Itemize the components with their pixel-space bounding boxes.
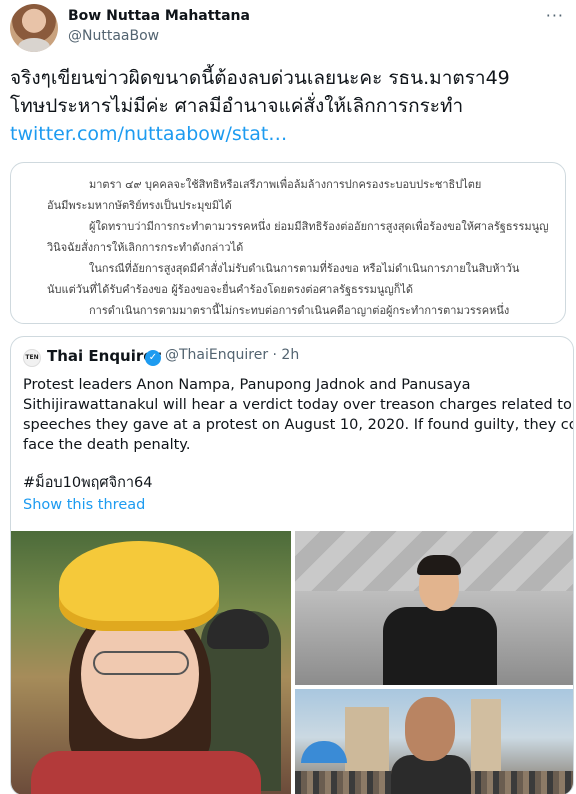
quoted-text-line: speeches they gave at a protest on Augus… bbox=[23, 417, 574, 433]
photo-hair bbox=[417, 555, 461, 575]
photo-glasses bbox=[93, 651, 189, 675]
tweet-header: Bow Nuttaa Mahattana @NuttaaBow ··· bbox=[10, 4, 566, 54]
quoted-author-handle-time: @ThaiEnquirer · 2h bbox=[165, 347, 300, 363]
photo-umbrella bbox=[301, 741, 347, 763]
photo-monument bbox=[471, 699, 501, 779]
quoted-text-line: Sithijirawattanakul will hear a verdict … bbox=[23, 397, 572, 413]
photo-speaker-microphone[interactable] bbox=[295, 531, 573, 685]
tweet-text-line: โทษประหารไม่มีค่ะ ศาลมีอำนาจแค่สั่งให้เล… bbox=[10, 95, 464, 117]
photo-shirt bbox=[31, 751, 261, 794]
quoted-author-name: Thai Enquirer bbox=[47, 347, 161, 365]
verified-badge-icon: ✓ bbox=[145, 350, 161, 366]
document-line: วินิจฉัยสั่งการให้เลิกการกระทำดังกล่าวได… bbox=[47, 241, 244, 254]
document-line: มาตรา ๔๙ บุคคลจะใช้สิทธิหรือเสรีภาพเพื่อ… bbox=[89, 178, 482, 191]
attached-document-image[interactable]: มาตรา ๔๙ บุคคลจะใช้สิทธิหรือเสรีภาพเพื่อ… bbox=[10, 162, 566, 324]
photo-monument bbox=[345, 707, 389, 777]
document-line: อันมีพระมหากษัตริย์ทรงเป็นประมุขมิได้ bbox=[47, 199, 232, 212]
document-line: ในกรณีที่อัยการสูงสุดมีคำสั่งไม่รับดำเนิ… bbox=[89, 262, 520, 275]
document-line: ผู้ใดทราบว่ามีการกระทำตามวรรคหนึ่ง ย่อมม… bbox=[89, 220, 549, 233]
photo-duck-hat bbox=[59, 541, 219, 631]
tweet-text-line: จริงๆเขียนข่าวผิดขนาดนี้ต้องลบด่วนเลยนะค… bbox=[10, 67, 510, 89]
tweet-link[interactable]: twitter.com/nuttaabow/stat… bbox=[10, 120, 566, 148]
document-line: นับแต่วันที่ได้รับคำร้องขอ ผู้ร้องขอจะยื… bbox=[47, 283, 414, 296]
photo-face bbox=[405, 697, 455, 761]
author-handle[interactable]: @NuttaaBow bbox=[68, 28, 159, 44]
quoted-photo-grid bbox=[11, 531, 573, 794]
author-avatar[interactable] bbox=[10, 4, 58, 52]
photo-protester-duck-hat[interactable] bbox=[11, 531, 291, 794]
show-thread-link[interactable]: Show this thread bbox=[23, 497, 145, 513]
quoted-tweet-text: Protest leaders Anon Nampa, Panupong Jad… bbox=[23, 375, 574, 455]
author-display-name[interactable]: Bow Nuttaa Mahattana bbox=[68, 8, 250, 24]
quoted-text-line: face the death penalty. bbox=[23, 437, 191, 453]
photo-monument-crowd[interactable] bbox=[295, 689, 573, 794]
document-line: การดำเนินการตามมาตรานี้ไม่กระทบต่อการดำเ… bbox=[89, 304, 510, 317]
photo-robe bbox=[383, 607, 497, 685]
quoted-tweet[interactable]: TEN Thai Enquirer ✓ @ThaiEnquirer · 2h P… bbox=[10, 336, 574, 794]
tweet-body: จริงๆเขียนข่าวผิดขนาดนี้ต้องลบด่วนเลยนะค… bbox=[10, 64, 566, 148]
quoted-author-avatar: TEN bbox=[23, 349, 41, 367]
quoted-text-line: Protest leaders Anon Nampa, Panupong Jad… bbox=[23, 377, 471, 393]
more-horizontal-icon[interactable]: ··· bbox=[546, 6, 564, 25]
quoted-hashtag[interactable]: #ม็อบ10พฤศจิกา64 bbox=[23, 471, 152, 494]
